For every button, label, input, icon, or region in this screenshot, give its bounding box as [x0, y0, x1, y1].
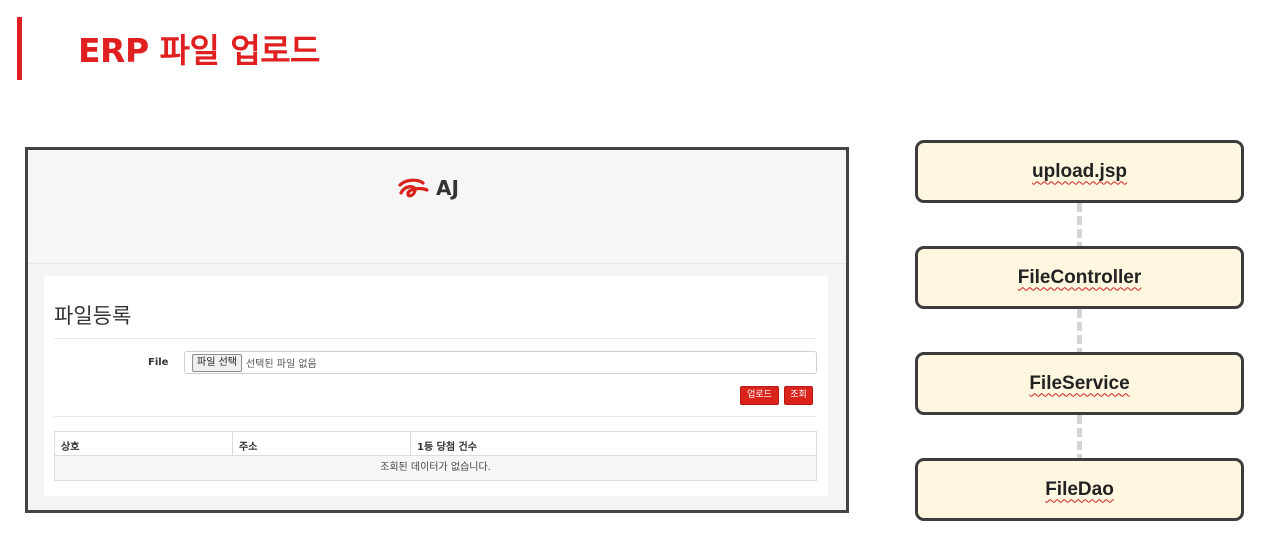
column-header-address[interactable]: 주소	[233, 432, 411, 455]
flow-box-upload-jsp: upload.jsp	[915, 140, 1244, 203]
flow-connector	[1077, 203, 1082, 246]
title-accent-bar	[17, 17, 22, 80]
flow-label: FileService	[1029, 372, 1130, 394]
aj-logo-icon	[396, 176, 430, 200]
flow-connector	[1077, 415, 1082, 458]
logo-text: AJ	[436, 176, 459, 200]
panel-title: 파일등록	[54, 304, 132, 328]
query-button[interactable]: 조회	[784, 386, 813, 405]
divider	[54, 416, 816, 417]
result-table: 상호 주소 1등 당첨 건수 조회된 데이터가 없습니다.	[54, 431, 817, 481]
flow-label: FileController	[1017, 266, 1142, 288]
flow-label: FileDao	[1045, 478, 1114, 500]
slide-title: ERP 파일 업로드	[78, 31, 320, 70]
file-label: File	[148, 357, 169, 368]
divider	[54, 338, 816, 339]
flow-connector	[1077, 309, 1082, 352]
logo[interactable]: AJ	[396, 176, 459, 200]
file-input[interactable]: 파일 선택 선택된 파일 없음	[184, 351, 817, 374]
file-status-text: 선택된 파일 없음	[245, 359, 317, 370]
column-header-company[interactable]: 상호	[55, 432, 233, 455]
flow-box-file-dao: FileDao	[915, 458, 1244, 521]
upload-button[interactable]: 업로드	[740, 386, 779, 405]
table-header: 상호 주소 1등 당첨 건수	[55, 432, 816, 456]
file-register-panel: 파일등록 File 파일 선택 선택된 파일 없음 업로드 조회 상호 주소 1…	[44, 276, 828, 496]
flow-box-file-controller: FileController	[915, 246, 1244, 309]
empty-message: 조회된 데이터가 없습니다.	[55, 456, 816, 480]
column-header-winning-count[interactable]: 1등 당첨 건수	[411, 432, 816, 455]
app-screenshot: AJ 파일등록 File 파일 선택 선택된 파일 없음 업로드 조회 상호 주…	[25, 147, 849, 513]
app-header: AJ	[28, 150, 846, 264]
choose-file-button[interactable]: 파일 선택	[192, 353, 242, 372]
flow-box-file-service: FileService	[915, 352, 1244, 415]
flow-label: upload.jsp	[1032, 160, 1127, 182]
